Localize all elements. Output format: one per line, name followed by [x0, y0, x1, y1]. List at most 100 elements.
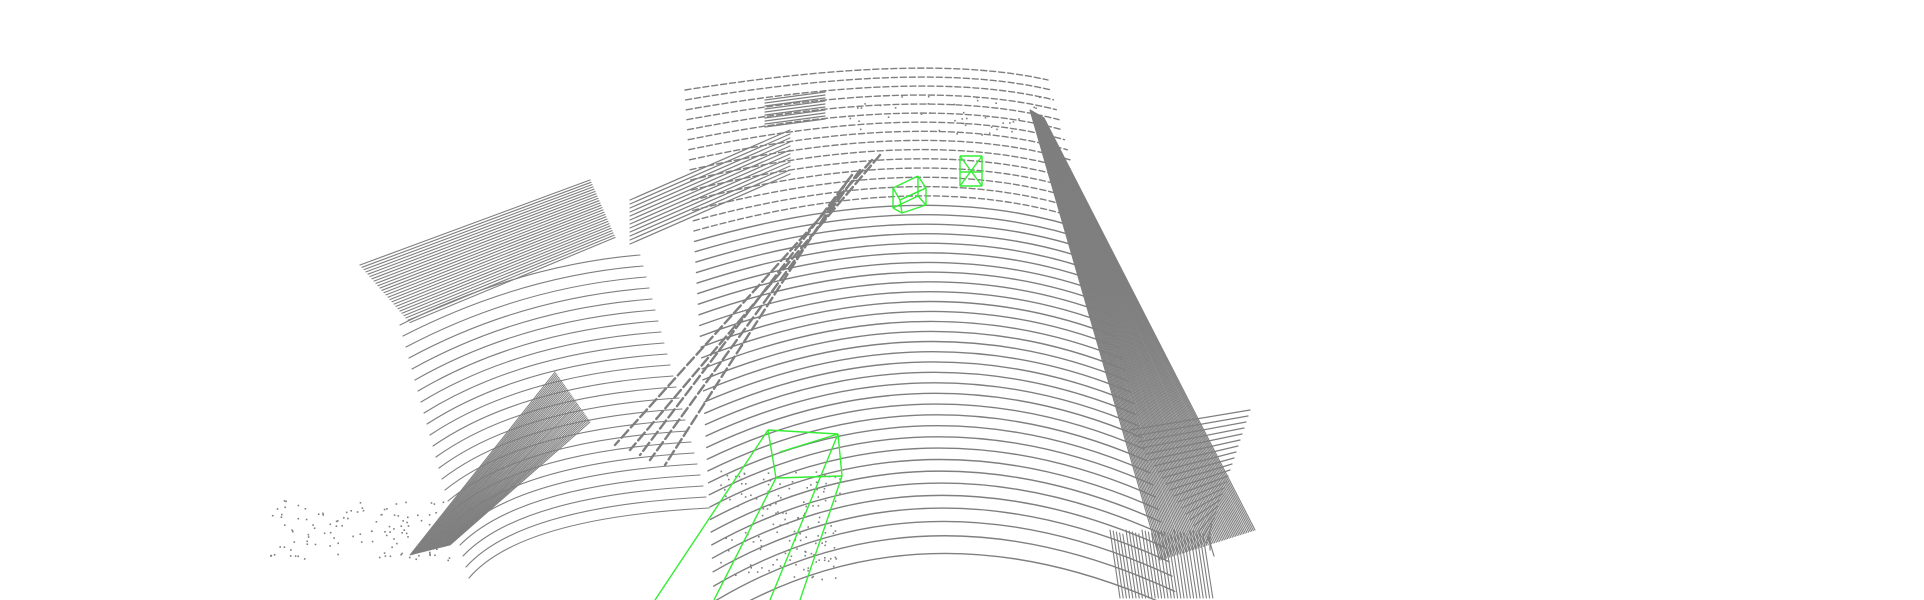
ground-ring [711, 494, 1168, 559]
scatter-point [775, 512, 777, 515]
scatter-point [284, 524, 286, 526]
scatter-point [779, 524, 782, 526]
scatter-point [393, 538, 395, 540]
scatter-point [860, 107, 863, 109]
scatter-point [725, 495, 727, 498]
scatter-point [388, 525, 391, 528]
scatter-point [413, 552, 415, 555]
scatter-point [795, 471, 797, 474]
box-edge [837, 433, 843, 477]
scatter-point [996, 128, 998, 131]
scatter-point [817, 505, 820, 507]
scatter-point [362, 509, 365, 512]
scatter-point [735, 574, 737, 576]
scatter-point [401, 532, 403, 534]
scatter-point [990, 126, 993, 128]
building-stripe [377, 200, 600, 287]
scatter-point [859, 128, 862, 131]
scatter-point [810, 484, 812, 486]
scatter-point [400, 525, 403, 527]
scatter-point [337, 553, 339, 556]
scatter-point [834, 500, 837, 503]
scatter-point [405, 501, 407, 504]
scatter-point [988, 132, 991, 135]
wall-stripe [424, 390, 569, 552]
wall-stripe [425, 391, 570, 552]
scatter-point [784, 552, 787, 555]
scatter-point [817, 535, 819, 537]
ground-ring [704, 361, 1135, 414]
scatter-point [956, 133, 958, 135]
scatter-point [385, 534, 388, 537]
scatter-point [361, 507, 364, 509]
scatter-point [834, 577, 837, 579]
scatter-point [767, 472, 770, 474]
scatter-point [789, 559, 791, 561]
scatter-point [976, 96, 978, 99]
scatter-point [761, 514, 764, 517]
scatter-point [438, 533, 441, 535]
scatter-point [894, 107, 897, 109]
scatter-point [834, 556, 837, 559]
scatter-point [1011, 130, 1013, 133]
scatter-point [425, 538, 427, 540]
scatter-point [291, 529, 293, 531]
scatter-point [270, 554, 273, 557]
ground-ring [706, 392, 1143, 449]
scatter-point [720, 561, 722, 564]
scatter-point [297, 555, 299, 558]
scatter-point [312, 524, 314, 526]
scatter-point [815, 561, 818, 563]
scatter-point [305, 518, 308, 521]
curb-line [638, 173, 854, 457]
ground-ring [708, 436, 1154, 496]
scatter-point [829, 558, 832, 560]
scatter-point [806, 487, 808, 489]
wall-stripe [419, 383, 564, 554]
scatter-point [356, 511, 359, 513]
ground-ring [688, 121, 1066, 151]
ground-ring [749, 552, 1157, 600]
scatter-point [799, 532, 801, 535]
scatter-point [760, 545, 763, 547]
wall-stripe [440, 410, 583, 548]
scatter-point [767, 483, 770, 486]
scatter-point [811, 576, 813, 579]
scatter-point [371, 530, 373, 532]
scatter-point [807, 569, 809, 572]
scatter-point [307, 533, 310, 536]
scatter-point [417, 514, 419, 517]
point-cloud-canvas [270, 67, 1256, 600]
scatter-point [810, 552, 813, 555]
scatter-point [817, 521, 820, 523]
scatter-point [322, 512, 324, 515]
scatter-point [799, 539, 802, 542]
scatter-point [731, 539, 733, 541]
scatter-point [1018, 118, 1020, 120]
scatter-point [788, 539, 791, 542]
scatter-point [824, 532, 827, 534]
scatter-point [289, 555, 292, 557]
scatter-point [433, 503, 436, 505]
scatter-point [406, 521, 408, 524]
scatter-point [785, 512, 787, 515]
ground-ring [705, 382, 1140, 437]
wall-stripe [433, 401, 577, 550]
scatter-point [434, 554, 436, 557]
scatter-point [283, 500, 286, 502]
scatter-point [407, 516, 409, 519]
scatter-point [791, 481, 794, 483]
scatter-point [337, 542, 339, 545]
scatter-point [796, 548, 798, 550]
scatter-point [901, 96, 903, 98]
scatter-point [768, 569, 770, 572]
scatter-point [804, 554, 806, 557]
scatter-point [335, 520, 338, 523]
scatter-point [777, 494, 780, 497]
scatter-point [405, 532, 408, 535]
scatter-point [304, 508, 307, 510]
scatter-point [929, 112, 931, 114]
lidar-point-cloud-view [0, 0, 1924, 600]
box-edge [899, 199, 903, 214]
scatter-point [772, 523, 775, 526]
